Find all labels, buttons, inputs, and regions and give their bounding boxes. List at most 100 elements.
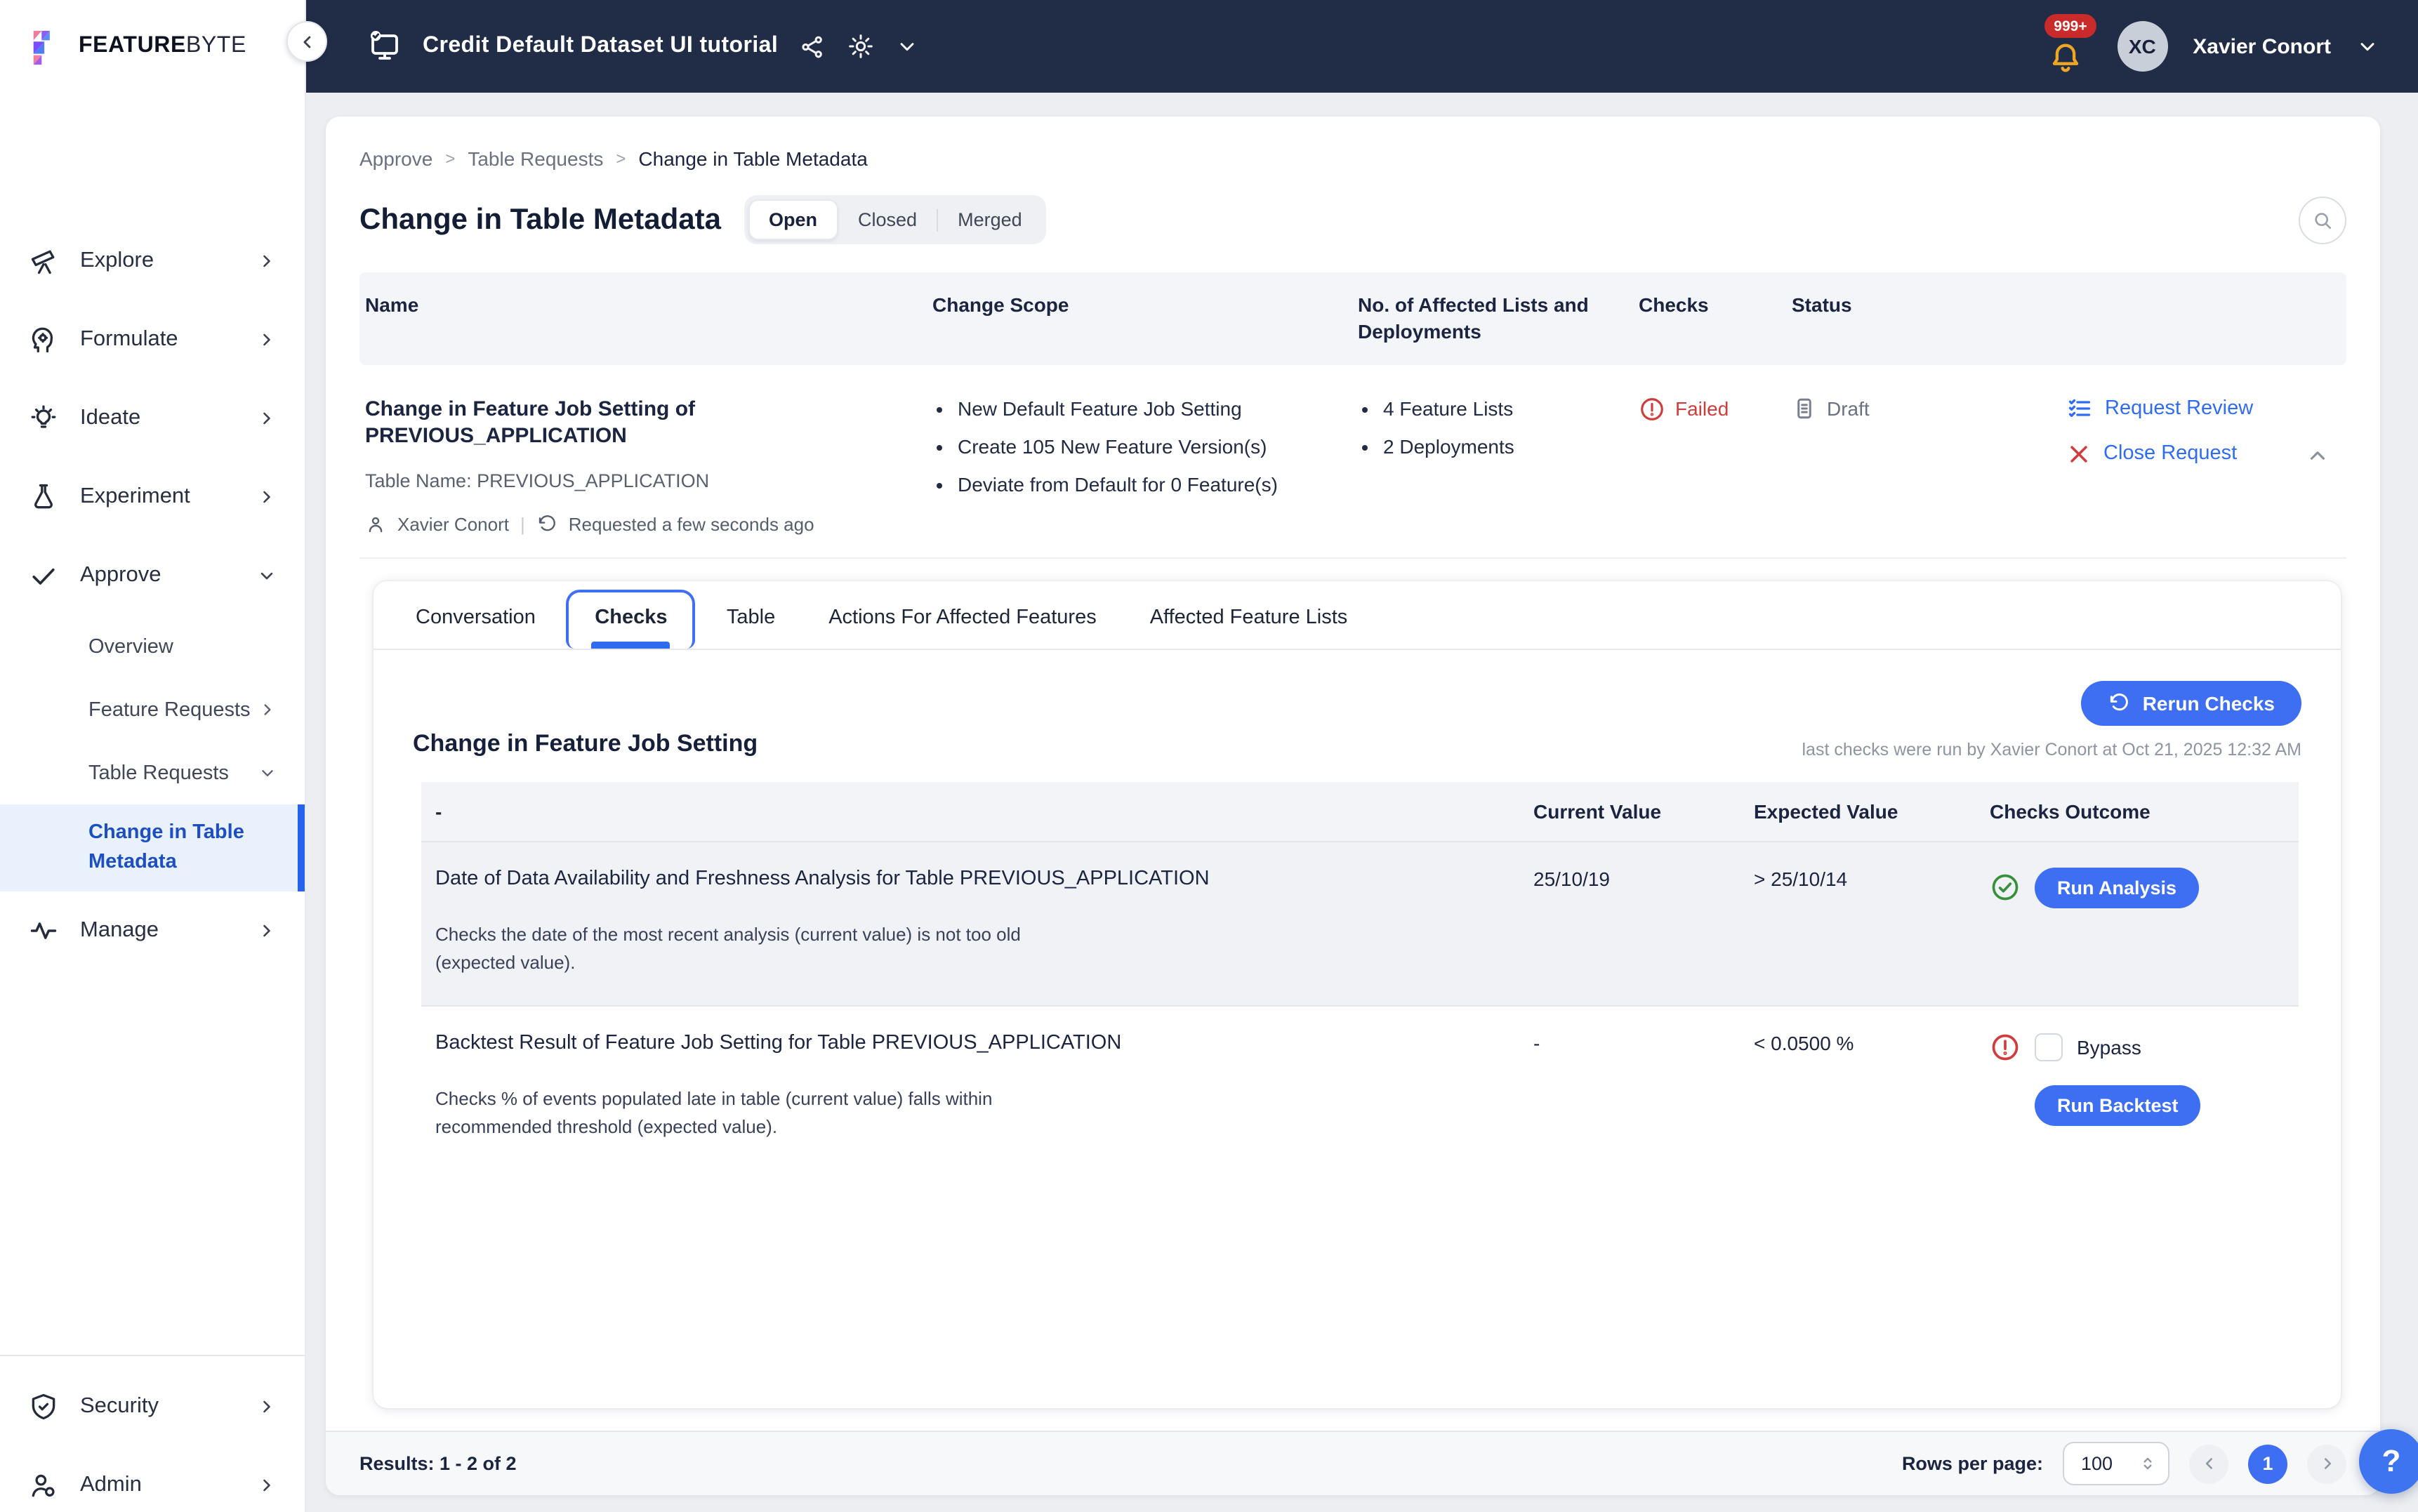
checks-col-current: Current Value [1533,800,1662,823]
sidebar-item-ideate[interactable]: Ideate [0,379,305,458]
project-switcher[interactable]: Credit Default Dataset UI tutorial [368,29,918,63]
breadcrumb-separator: > [445,149,456,168]
tab-affected-feature-lists[interactable]: Affected Feature Lists [1128,590,1370,649]
request-name[interactable]: Change in Feature Job Setting of PREVIOU… [365,396,843,451]
affected-item: 4 Feature Lists [1383,396,1616,423]
sidebar-item-admin[interactable]: Admin [0,1446,305,1512]
sidebar: FEATUREBYTE Explore Formulate Ideate Exp… [0,0,306,1512]
history-refresh-icon [536,514,557,535]
sidebar-item-security[interactable]: Security [0,1367,305,1446]
row-collapse-chevron-up-icon[interactable] [2306,444,2330,535]
run-backtest-button[interactable]: Run Backtest [2035,1085,2201,1127]
avatar-initials: XC [2128,35,2156,58]
chevron-right-icon [257,251,277,271]
sidebar-collapse-button[interactable] [286,21,327,62]
results-count: Results: 1 - 2 of 2 [359,1453,517,1474]
page-number-button[interactable]: 1 [2248,1444,2287,1483]
filter-closed[interactable]: Closed [838,201,937,239]
current-value: 25/10/19 [1533,867,1610,890]
alert-circle-icon [1639,396,1665,423]
sidebar-item-change-in-table-metadata[interactable]: Change in Table Metadata [0,804,305,892]
chevron-right-icon [257,1397,277,1417]
brand-secondary: BYTE [185,34,246,58]
status-filter-group: Open Closed Merged [744,195,1046,244]
breadcrumb: Approve > Table Requests > Change in Tab… [359,147,2346,170]
settings-gear-icon[interactable] [847,32,875,60]
chevron-right-icon [257,487,277,507]
flask-icon [28,482,59,512]
sidebar-item-experiment[interactable]: Experiment [0,458,305,536]
checks-cell: Failed [1633,365,1786,557]
request-row: Change in Feature Job Setting of PREVIOU… [359,365,2346,559]
bypass-checkbox[interactable] [2035,1033,2063,1062]
rows-per-page-label: Rows per page: [1901,1453,2043,1474]
breadcrumb-table-requests[interactable]: Table Requests [468,147,603,170]
share-icon[interactable] [799,33,826,60]
user-admin-icon [28,1470,59,1501]
avatar[interactable]: XC [2117,21,2168,72]
previous-page-button[interactable] [2189,1444,2228,1483]
brand-logo[interactable]: FEATUREBYTE [0,0,305,93]
chevron-down-icon [257,566,277,585]
sub-item-label: Overview [88,635,173,658]
checklist-icon [2067,396,2092,421]
request-review-link[interactable]: Request Review [2067,396,2253,421]
topbar-right: 999+ XC Xavier Conort [2041,14,2396,76]
user-menu-chevron-down-icon[interactable] [2356,35,2379,58]
app-root: Credit Default Dataset UI tutorial 999+ [0,0,2418,1512]
expected-value: > 25/10/14 [1754,867,1848,890]
breadcrumb-approve[interactable]: Approve [359,147,432,170]
results-footer: Results: 1 - 2 of 2 Rows per page: 100 1 [326,1431,2380,1495]
user-name: Xavier Conort [2193,34,2331,58]
sidebar-item-table-requests[interactable]: Table Requests [0,741,305,804]
tab-checks[interactable]: Checks [566,589,696,649]
check-title: Backtest Result of Feature Job Setting f… [435,1032,1122,1055]
rerun-checks-button[interactable]: Rerun Checks [2080,680,2301,726]
notifications-bell-icon[interactable]: 999+ [2041,14,2097,76]
run-analysis-button[interactable]: Run Analysis [2035,867,2200,908]
rows-per-page-value: 100 [2081,1453,2113,1474]
sidebar-item-formulate[interactable]: Formulate [0,300,305,379]
affected-cell: 4 Feature Lists 2 Deployments [1352,365,1633,557]
tab-table[interactable]: Table [704,590,798,649]
request-name-cell: Change in Feature Job Setting of PREVIOU… [359,365,927,557]
chevron-down-icon [258,764,277,782]
filter-merged[interactable]: Merged [938,201,1042,239]
sidebar-item-manage[interactable]: Manage [0,891,305,970]
sidebar-item-explore[interactable]: Explore [0,222,305,300]
rows-per-page-select[interactable]: 100 [2063,1442,2169,1485]
head-gear-icon [28,324,59,355]
scope-item: Create 105 New Feature Version(s) [958,433,1335,460]
tab-conversation[interactable]: Conversation [393,590,558,649]
sidebar-item-feature-requests[interactable]: Feature Requests [0,678,305,741]
affected-list: 4 Feature Lists 2 Deployments [1358,396,1616,460]
last-run-caption: last checks were run by Xavier Conort at… [1802,739,2302,760]
rerun-checks-label: Rerun Checks [2142,691,2275,715]
checks-status-label: Failed [1675,397,1729,420]
project-chevron-down-icon[interactable] [896,35,918,58]
search-button[interactable] [2299,196,2346,244]
help-button[interactable]: ? [2359,1429,2418,1494]
sidebar-item-overview[interactable]: Overview [0,615,305,678]
sidebar-divider [0,1355,305,1356]
sidebar-item-label: Manage [80,918,159,943]
brand-primary: FEATURE [79,34,186,58]
next-page-button[interactable] [2307,1444,2346,1483]
filter-open[interactable]: Open [748,199,839,240]
check-row-freshness: Date of Data Availability and Freshness … [421,842,2299,1007]
project-title: Credit Default Dataset UI tutorial [423,34,779,58]
sidebar-item-label: Security [80,1394,159,1418]
checks-status: Failed [1639,396,1769,423]
sub-item-label: Table Requests [88,762,229,784]
request-status: Draft [1792,396,1977,421]
col-header-name: Name [365,293,419,316]
tab-actions-for-affected-features[interactable]: Actions For Affected Features [806,590,1119,649]
requested-time: Requested a few seconds ago [568,513,814,535]
close-request-link[interactable]: Close Request [2067,442,2253,466]
detail-panel: Conversation Checks Table Actions For Af… [374,581,2341,1408]
alert-circle-icon [1990,1032,2021,1063]
sidebar-item-approve[interactable]: Approve [0,536,305,615]
brand-wordmark: FEATUREBYTE [79,34,246,59]
person-icon [365,514,386,535]
check-description: Checks % of events populated late in tab… [435,1088,993,1138]
